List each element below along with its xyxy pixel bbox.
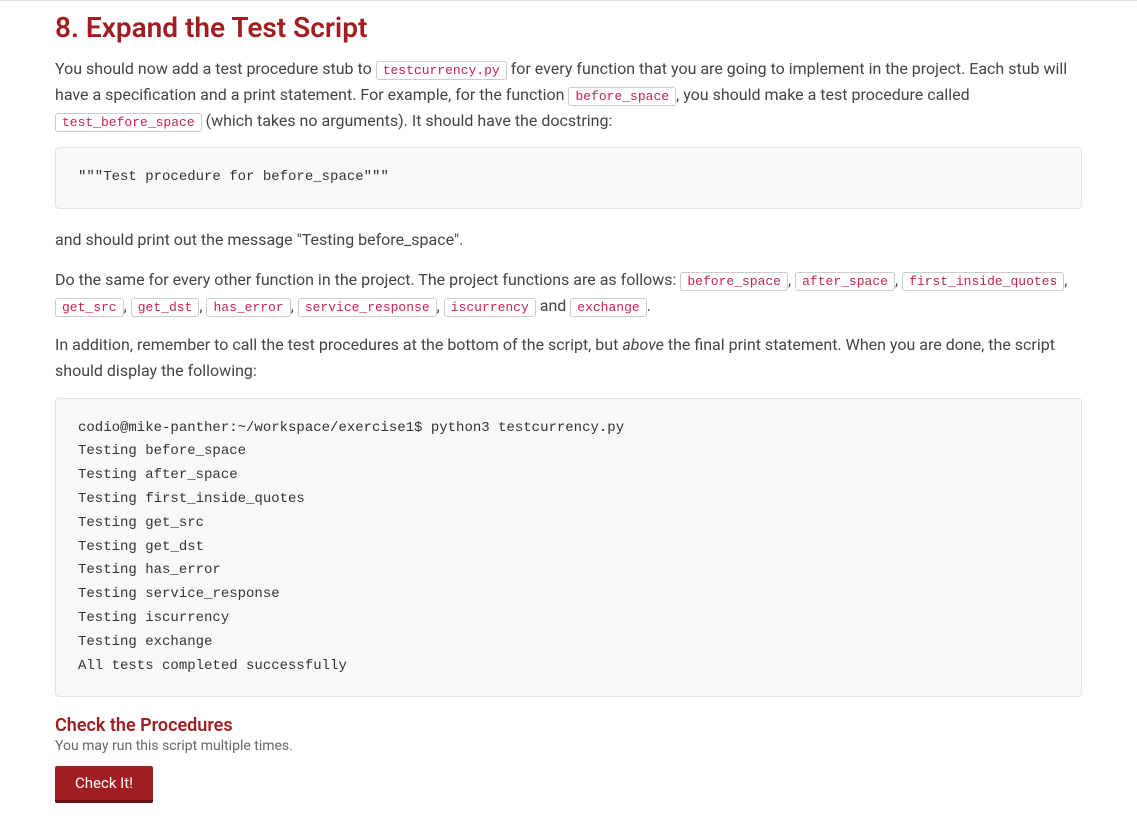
text-span: Do the same for every other function in … (55, 270, 680, 289)
text-comma: , (895, 270, 902, 289)
text-comma: , (124, 296, 131, 315)
paragraph-3: Do the same for every other function in … (55, 267, 1082, 319)
code-fn-has-error: has_error (206, 298, 290, 317)
code-block-docstring: """Test procedure for before_space""" (55, 147, 1082, 209)
text-span: (which takes no arguments). It should ha… (202, 111, 613, 130)
code-before-space: before_space (568, 87, 676, 106)
code-fn-get-src: get_src (55, 298, 124, 317)
text-period: . (647, 296, 651, 315)
code-fn-exchange: exchange (570, 298, 646, 317)
code-fn-after-space: after_space (795, 272, 895, 291)
code-fn-before-space: before_space (680, 272, 788, 291)
text-comma: , (437, 296, 444, 315)
check-procedures-subtitle: You may run this script multiple times. (55, 738, 1082, 754)
text-comma: , (1064, 270, 1067, 289)
check-it-button[interactable]: Check It! (55, 766, 153, 803)
paragraph-1: You should now add a test procedure stub… (55, 56, 1082, 133)
text-comma: , (291, 296, 298, 315)
text-and: and (536, 296, 571, 315)
code-block-output: codio@mike-panther:~/workspace/exercise1… (55, 398, 1082, 698)
check-procedures-title: Check the Procedures (55, 715, 1082, 736)
code-fn-iscurrency: iscurrency (444, 298, 536, 317)
document-container: 8. Expand the Test Script You should now… (0, 0, 1137, 823)
text-italic-above: above (622, 335, 664, 354)
code-fn-get-dst: get_dst (131, 298, 200, 317)
paragraph-2: and should print out the message "Testin… (55, 227, 1082, 253)
code-test-before-space: test_before_space (55, 113, 202, 132)
section-title: 8. Expand the Test Script (55, 11, 1082, 44)
code-fn-service-response: service_response (298, 298, 437, 317)
paragraph-4: In addition, remember to call the test p… (55, 332, 1082, 383)
code-fn-first-inside-quotes: first_inside_quotes (902, 272, 1064, 291)
text-span: In addition, remember to call the test p… (55, 335, 622, 354)
text-span: You should now add a test procedure stub… (55, 59, 376, 78)
code-testcurrency: testcurrency.py (376, 61, 507, 80)
text-span: , you should make a test procedure calle… (676, 85, 970, 104)
